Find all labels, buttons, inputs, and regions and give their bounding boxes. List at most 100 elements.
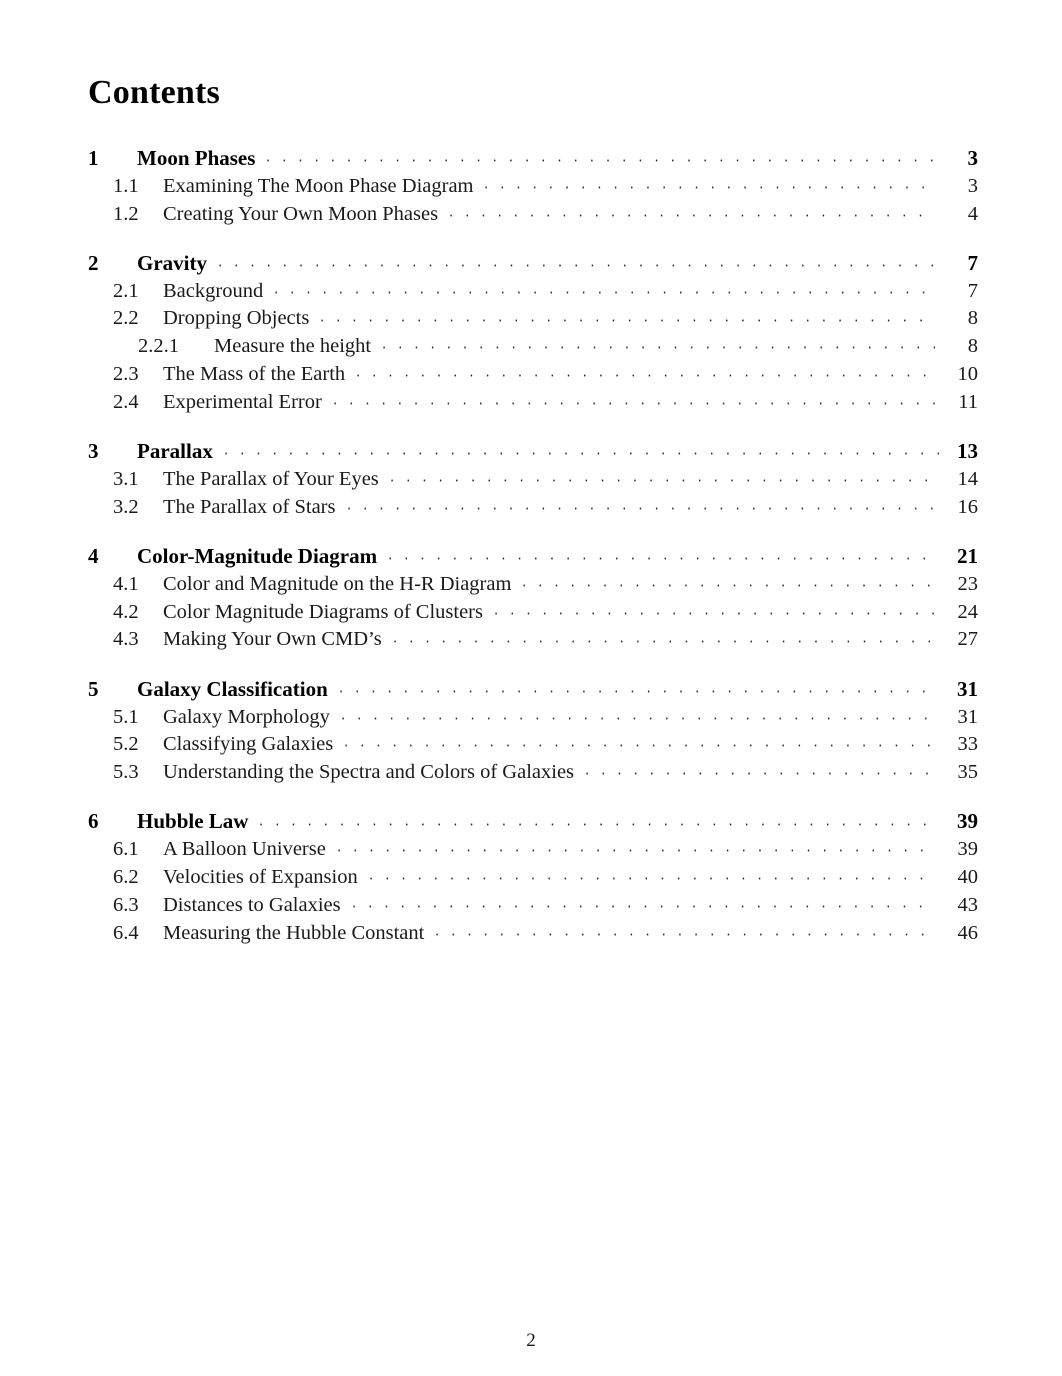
toc-entry-page: 3 bbox=[967, 174, 978, 197]
toc-entry-section[interactable]: 1 Moon Phases 3 bbox=[88, 144, 978, 171]
toc-subsection-label: Classifying Galaxies bbox=[163, 733, 334, 756]
toc-entry-page: 40 bbox=[957, 866, 979, 889]
toc-entry-subsection[interactable]: 1.1 Examining The Moon Phase Diagram 3 bbox=[88, 171, 978, 199]
toc-subsection-label: Background bbox=[163, 279, 264, 302]
toc-entry-page: 33 bbox=[957, 733, 979, 756]
toc-entry-page: 31 bbox=[957, 705, 979, 728]
toc-entry-page: 7 bbox=[967, 279, 978, 302]
toc-section-number: 1 bbox=[88, 146, 99, 170]
dot-leader bbox=[382, 542, 939, 563]
toc-entry-subsection[interactable]: 6.3 Distances to Galaxies 43 bbox=[88, 890, 978, 918]
dot-leader bbox=[253, 807, 939, 828]
dot-leader bbox=[383, 464, 935, 485]
toc-section-page: 13 bbox=[957, 439, 978, 464]
toc-entry-page: 39 bbox=[957, 838, 979, 861]
dot-leader bbox=[350, 360, 935, 381]
toc-subsection-number: 6.3 bbox=[113, 893, 139, 916]
toc-entry-page: 27 bbox=[957, 628, 979, 651]
dot-leader bbox=[487, 597, 935, 618]
toc-entry-section[interactable]: 6 Hubble Law 39 bbox=[88, 807, 978, 834]
toc-entry-subsection[interactable]: 4.1 Color and Magnitude on the H-R Diagra… bbox=[88, 569, 978, 597]
toc-entry-subsection[interactable]: 5.3 Understanding the Spectra and Colors … bbox=[88, 758, 978, 786]
toc-entry-subsection[interactable]: 5.1 Galaxy Morphology 31 bbox=[88, 702, 978, 730]
document-page: Contents 1 Moon Phases 3 1.1 Examining The M… bbox=[0, 0, 1062, 1376]
page-title: Contents bbox=[88, 74, 220, 111]
toc-entry-page: 46 bbox=[957, 921, 979, 944]
toc-subsection-label: Color Magnitude Diagrams of Clusters bbox=[163, 600, 483, 623]
toc-section-page: 3 bbox=[967, 146, 979, 170]
toc-entry-subsection[interactable]: 2.1 Background 7 bbox=[88, 276, 978, 304]
dot-leader bbox=[217, 437, 939, 458]
toc-subsection-label: Velocities of Expansion bbox=[163, 866, 358, 889]
toc-subsection-number: 1.1 bbox=[113, 174, 139, 197]
toc-subsection-label: Galaxy Morphology bbox=[163, 705, 330, 728]
toc-subsection-label: Color and Magnitude on the H-R Diagram bbox=[163, 572, 512, 595]
dot-leader bbox=[579, 758, 935, 779]
toc-subsubsection-number: 2.2.1 bbox=[138, 335, 179, 358]
dot-leader bbox=[268, 276, 935, 297]
toc-entry-page: 4 bbox=[967, 202, 978, 225]
toc-entry-subsection[interactable]: 1.2 Creating Your Own Moon Phases 4 bbox=[88, 199, 978, 227]
toc-entry-subsection[interactable]: 2.3 The Mass of the Earth 10 bbox=[88, 360, 978, 388]
dot-leader bbox=[340, 492, 935, 513]
toc-entry-subsection[interactable]: 6.1 A Balloon Universe 39 bbox=[88, 835, 978, 863]
toc-subsection-number: 2.4 bbox=[113, 390, 139, 413]
dot-leader bbox=[330, 835, 935, 856]
toc-entry-section[interactable]: 3 Parallax 13 bbox=[88, 437, 978, 464]
toc-entry-subsection[interactable]: 3.2 The Parallax of Stars 16 bbox=[88, 492, 978, 520]
toc-entry-section[interactable]: 5 Galaxy Classification 31 bbox=[88, 675, 978, 702]
toc-subsection-number: 6.1 bbox=[113, 838, 139, 861]
toc-section-label: Moon Phases bbox=[137, 146, 256, 170]
toc-section-number: 6 bbox=[88, 809, 99, 834]
dot-leader bbox=[211, 249, 939, 270]
toc-entry-subsection[interactable]: 2.2 Dropping Objects 8 bbox=[88, 304, 978, 332]
toc-entry-page: 35 bbox=[957, 761, 979, 784]
toc-subsection-number: 4.1 bbox=[113, 572, 139, 595]
toc-entry-page: 14 bbox=[957, 467, 979, 490]
toc-entry-subsection[interactable]: 6.4 Measuring the Hubble Constant 46 bbox=[88, 918, 978, 946]
toc-subsubsection-label: Measure the height bbox=[214, 335, 372, 358]
toc-subsection-number: 1.2 bbox=[113, 202, 139, 225]
toc-section-page: 21 bbox=[957, 544, 978, 569]
toc-subsection-label: Experimental Error bbox=[163, 390, 322, 413]
toc-subsection-label: Understanding the Spectra and Colors of … bbox=[163, 761, 575, 784]
dot-leader bbox=[338, 730, 935, 751]
toc-group: 6 Hubble Law 39 6.1 A Balloon Universe 39 6.2 V… bbox=[88, 807, 978, 945]
toc-section-number: 3 bbox=[88, 439, 99, 464]
toc-entry-subsection[interactable]: 3.1 The Parallax of Your Eyes 14 bbox=[88, 464, 978, 492]
toc-section-number: 4 bbox=[88, 544, 99, 569]
toc-subsection-number: 2.1 bbox=[113, 279, 139, 302]
toc-subsection-number: 3.1 bbox=[113, 467, 139, 490]
toc-entry-page: 23 bbox=[957, 572, 979, 595]
toc-entry-section[interactable]: 2 Gravity 7 bbox=[88, 249, 978, 276]
toc-subsection-number: 3.2 bbox=[113, 495, 139, 518]
toc-entry-subsection[interactable]: 4.2 Color Magnitude Diagrams of Clusters 2… bbox=[88, 597, 978, 625]
toc-entry-page: 8 bbox=[967, 307, 978, 330]
toc-subsection-label: Dropping Objects bbox=[163, 307, 310, 330]
toc-group: 4 Color-Magnitude Diagram 21 4.1 Color and M… bbox=[88, 542, 978, 653]
toc-entry-subsubsection[interactable]: 2.2.1 Measure the height 8 bbox=[88, 332, 978, 360]
toc-group: 1 Moon Phases 3 1.1 Examining The Moon Phase… bbox=[88, 144, 978, 227]
toc-entry-subsection[interactable]: 5.2 Classifying Galaxies 33 bbox=[88, 730, 978, 758]
toc-subsection-number: 5.1 bbox=[113, 705, 139, 728]
toc-entry-page: 16 bbox=[957, 495, 979, 518]
toc-entry-subsection[interactable]: 6.2 Velocities of Expansion 40 bbox=[88, 863, 978, 891]
toc-entry-subsection[interactable]: 2.4 Experimental Error 11 bbox=[88, 387, 978, 415]
toc-group: 5 Galaxy Classification 31 5.1 Galaxy Morpho… bbox=[88, 675, 978, 786]
dot-leader bbox=[429, 918, 935, 939]
dot-leader bbox=[334, 702, 935, 723]
toc-entry-subsection[interactable]: 4.3 Making Your Own CMD’s 27 bbox=[88, 625, 978, 653]
toc-section-number: 5 bbox=[88, 676, 99, 701]
toc-subsection-number: 4.3 bbox=[113, 628, 139, 651]
toc-section-label: Galaxy Classification bbox=[137, 676, 328, 701]
dot-leader bbox=[260, 144, 939, 165]
toc-subsection-label: Examining The Moon Phase Diagram bbox=[163, 174, 474, 197]
toc-entry-page: 10 bbox=[957, 363, 979, 386]
toc-subsection-number: 6.4 bbox=[113, 921, 139, 944]
toc-subsection-label: A Balloon Universe bbox=[163, 838, 326, 861]
toc-entry-section[interactable]: 4 Color-Magnitude Diagram 21 bbox=[88, 542, 978, 569]
toc-entry-page: 43 bbox=[957, 893, 979, 916]
toc-section-label: Color-Magnitude Diagram bbox=[137, 544, 378, 569]
toc-subsection-label: Measuring the Hubble Constant bbox=[163, 921, 425, 944]
toc-subsection-number: 2.3 bbox=[113, 363, 139, 386]
